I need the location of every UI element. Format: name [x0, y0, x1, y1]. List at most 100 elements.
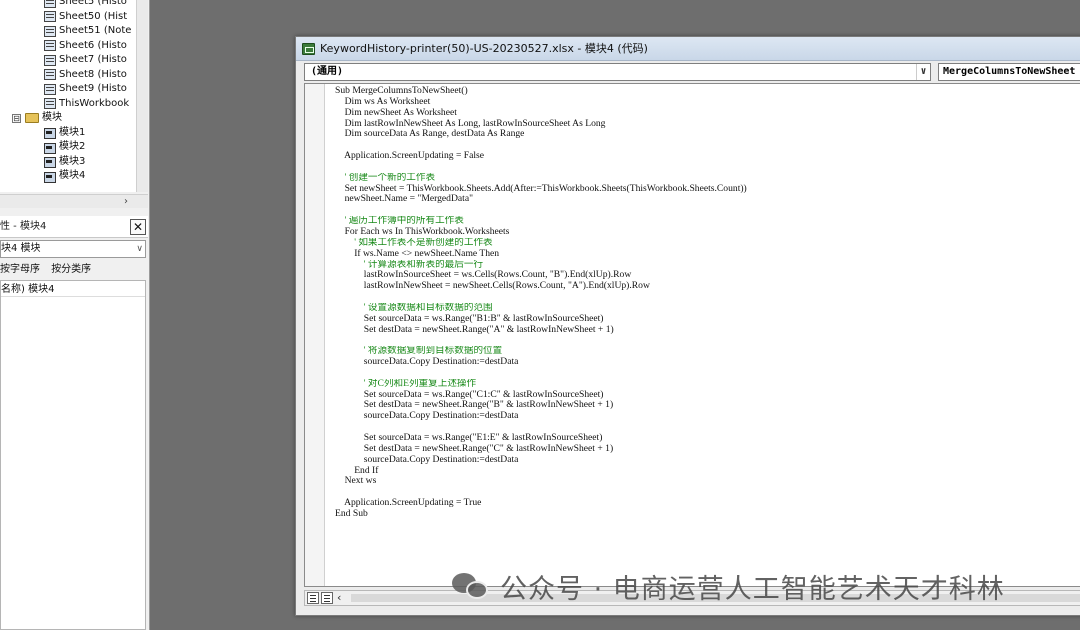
code-comment-line[interactable]: ' 设置源数据和目标数据的范围 — [335, 303, 1080, 314]
procedure-dropdown[interactable]: MergeColumnsToNewSheet — [938, 63, 1080, 81]
code-line[interactable]: Dim lastRowInNewSheet As Long, lastRowIn… — [335, 119, 1080, 130]
project-tree[interactable]: Sheet5 (Histo Sheet50 (Hist Sheet51 (Note S… — [0, 0, 148, 192]
code-line[interactable]: Set newSheet = ThisWorkbook.Sheets.Add(A… — [335, 184, 1080, 195]
properties-tabs: 按字母序 按分类序 — [0, 262, 148, 278]
worksheet-icon — [44, 69, 56, 80]
folder-icon — [25, 113, 39, 123]
chevron-down-icon[interactable]: ∨ — [916, 64, 930, 80]
code-line[interactable] — [335, 205, 1080, 216]
dropdown-bar: (通用) ∨ MergeColumnsToNewSheet — [304, 63, 1080, 81]
worksheet-icon — [44, 25, 56, 37]
tree-item-label: Sheet6 (Histo — [59, 39, 127, 51]
code-line[interactable]: Dim newSheet As Worksheet — [335, 108, 1080, 119]
code-line[interactable]: Set sourceData = ws.Range("C1:C" & lastR… — [335, 390, 1080, 401]
worksheet-icon — [44, 0, 56, 8]
tree-item-folder[interactable]: ⊟ 模块 — [12, 111, 62, 125]
tab-alphabetic[interactable]: 按字母序 — [0, 264, 40, 275]
scroll-right-arrow-icon[interactable]: › — [124, 195, 128, 209]
wechat-icon — [452, 571, 490, 601]
code-line[interactable] — [335, 422, 1080, 433]
worksheet-icon — [44, 54, 56, 66]
tree-item-sheet[interactable]: Sheet50 (Hist — [44, 10, 127, 24]
tree-item-sheet[interactable]: Sheet9 (Histo — [44, 82, 127, 96]
code-line[interactable] — [335, 487, 1080, 498]
full-module-view-icon[interactable] — [321, 592, 333, 604]
procedure-view-icon[interactable] — [307, 592, 319, 604]
code-line[interactable]: End Sub — [335, 509, 1080, 520]
tree-item-sheet[interactable]: Sheet7 (Histo — [44, 53, 127, 67]
code-comment-line[interactable]: ' 对C列和E列重复上述操作 — [335, 379, 1080, 390]
tree-item-label: 模块1 — [59, 126, 86, 138]
tree-item-module[interactable]: 模块1 — [44, 126, 85, 140]
tree-item-workbook[interactable]: ThisWorkbook — [44, 97, 129, 111]
tree-item-label: 模块4 — [59, 170, 86, 181]
scroll-left-arrow-icon[interactable]: ‹ — [337, 591, 341, 605]
tree-item-label: Sheet9 (Histo — [59, 83, 127, 94]
code-line[interactable]: Set destData = newSheet.Range("C" & last… — [335, 444, 1080, 455]
close-icon[interactable]: ✕ — [130, 219, 146, 235]
code-line[interactable]: Next ws — [335, 476, 1080, 487]
code-line[interactable]: End If — [335, 466, 1080, 477]
tree-item-sheet[interactable]: Sheet51 (Note — [44, 24, 131, 38]
tree-item-label: Sheet50 (Hist — [59, 10, 128, 22]
property-row-name[interactable]: 名称) 模块4 — [1, 283, 145, 297]
code-line[interactable]: Set sourceData = ws.Range("E1:E" & lastR… — [335, 433, 1080, 444]
tree-item-label: Sheet5 (Histo — [59, 0, 127, 7]
tree-item-label: Sheet8 (Histo — [59, 68, 127, 80]
properties-title-text: 性 - 模块4 — [0, 221, 47, 232]
properties-grid[interactable]: 名称) 模块4 — [0, 280, 146, 630]
code-comment-line[interactable]: ' 遍历工作簿中的所有工作表 — [335, 216, 1080, 227]
code-line[interactable]: For Each ws In ThisWorkbook.Worksheets — [335, 227, 1080, 238]
tree-vertical-scrollbar[interactable] — [136, 0, 148, 192]
code-window-titlebar[interactable]: KeywordHistory-printer(50)-US-20230527.x… — [296, 37, 1080, 61]
code-line[interactable]: Set destData = newSheet.Range("A" & last… — [335, 325, 1080, 336]
code-line[interactable]: Dim sourceData As Range, destData As Ran… — [335, 129, 1080, 140]
code-line[interactable]: If ws.Name <> newSheet.Name Then — [335, 249, 1080, 260]
code-comment-line[interactable]: ' 计算源表和新表的最后一行 — [335, 260, 1080, 271]
worksheet-icon — [44, 11, 56, 22]
code-line[interactable]: Dim ws As Worksheet — [335, 97, 1080, 108]
code-margin[interactable] — [305, 84, 325, 586]
code-line[interactable] — [335, 162, 1080, 173]
code-line[interactable] — [335, 292, 1080, 303]
module-icon — [44, 127, 56, 139]
code-line[interactable] — [335, 140, 1080, 151]
code-line[interactable]: newSheet.Name = "MergedData" — [335, 194, 1080, 205]
worksheet-icon — [44, 83, 56, 95]
module-icon — [44, 156, 56, 168]
code-editor[interactable]: Sub MergeColumnsToNewSheet() Dim ws As W… — [304, 83, 1080, 587]
code-line[interactable]: Set sourceData = ws.Range("B1:B" & lastR… — [335, 314, 1080, 325]
tab-categorized[interactable]: 按分类序 — [51, 264, 91, 275]
tree-item-module[interactable]: 模块2 — [44, 140, 85, 154]
tree-item-label: Sheet51 (Note — [59, 25, 132, 36]
chevron-down-icon[interactable]: ∨ — [136, 241, 143, 257]
tree-item-module[interactable]: 模块3 — [44, 155, 85, 169]
tree-item-sheet[interactable]: Sheet5 (Histo — [44, 0, 127, 9]
tree-horizontal-scrollbar[interactable]: › — [0, 194, 148, 208]
tree-item-module[interactable]: 模块4 — [44, 169, 85, 183]
code-line[interactable] — [335, 335, 1080, 346]
code-line[interactable]: Sub MergeColumnsToNewSheet() — [335, 86, 1080, 97]
properties-title: 性 - 模块4 ✕ — [0, 216, 148, 238]
code-comment-line[interactable]: ' 将源数据复制到目标数据的位置 — [335, 346, 1080, 357]
code-line[interactable]: Application.ScreenUpdating = False — [335, 151, 1080, 162]
collapse-icon[interactable]: ⊟ — [12, 113, 21, 123]
code-line[interactable]: sourceData.Copy Destination:=destData — [335, 357, 1080, 368]
code-line[interactable]: Set destData = newSheet.Range("B" & last… — [335, 400, 1080, 411]
code-comment-line[interactable]: ' 如果工作表不是新创建的工作表 — [335, 238, 1080, 249]
tree-item-sheet[interactable]: Sheet8 (Histo — [44, 68, 127, 82]
code-line[interactable]: sourceData.Copy Destination:=destData — [335, 455, 1080, 466]
properties-object-select[interactable]: 块4 模块 ∨ — [0, 240, 146, 258]
tree-item-label: ThisWorkbook — [59, 97, 130, 109]
code-comment-line[interactable]: ' 创建一个新的工作表 — [335, 173, 1080, 184]
properties-object-select-value: 块4 模块 — [1, 243, 41, 254]
object-dropdown[interactable]: (通用) ∨ — [304, 63, 931, 81]
object-dropdown-value: (通用) — [311, 66, 344, 77]
code-line[interactable]: lastRowInNewSheet = newSheet.Cells(Rows.… — [335, 281, 1080, 292]
code-line[interactable]: Application.ScreenUpdating = True — [335, 498, 1080, 509]
code-line[interactable] — [335, 368, 1080, 379]
code-line[interactable]: sourceData.Copy Destination:=destData — [335, 411, 1080, 422]
code-line[interactable]: lastRowInSourceSheet = ws.Cells(Rows.Cou… — [335, 270, 1080, 281]
tree-item-sheet[interactable]: Sheet6 (Histo — [44, 39, 127, 53]
code-text[interactable]: Sub MergeColumnsToNewSheet() Dim ws As W… — [335, 86, 1080, 520]
